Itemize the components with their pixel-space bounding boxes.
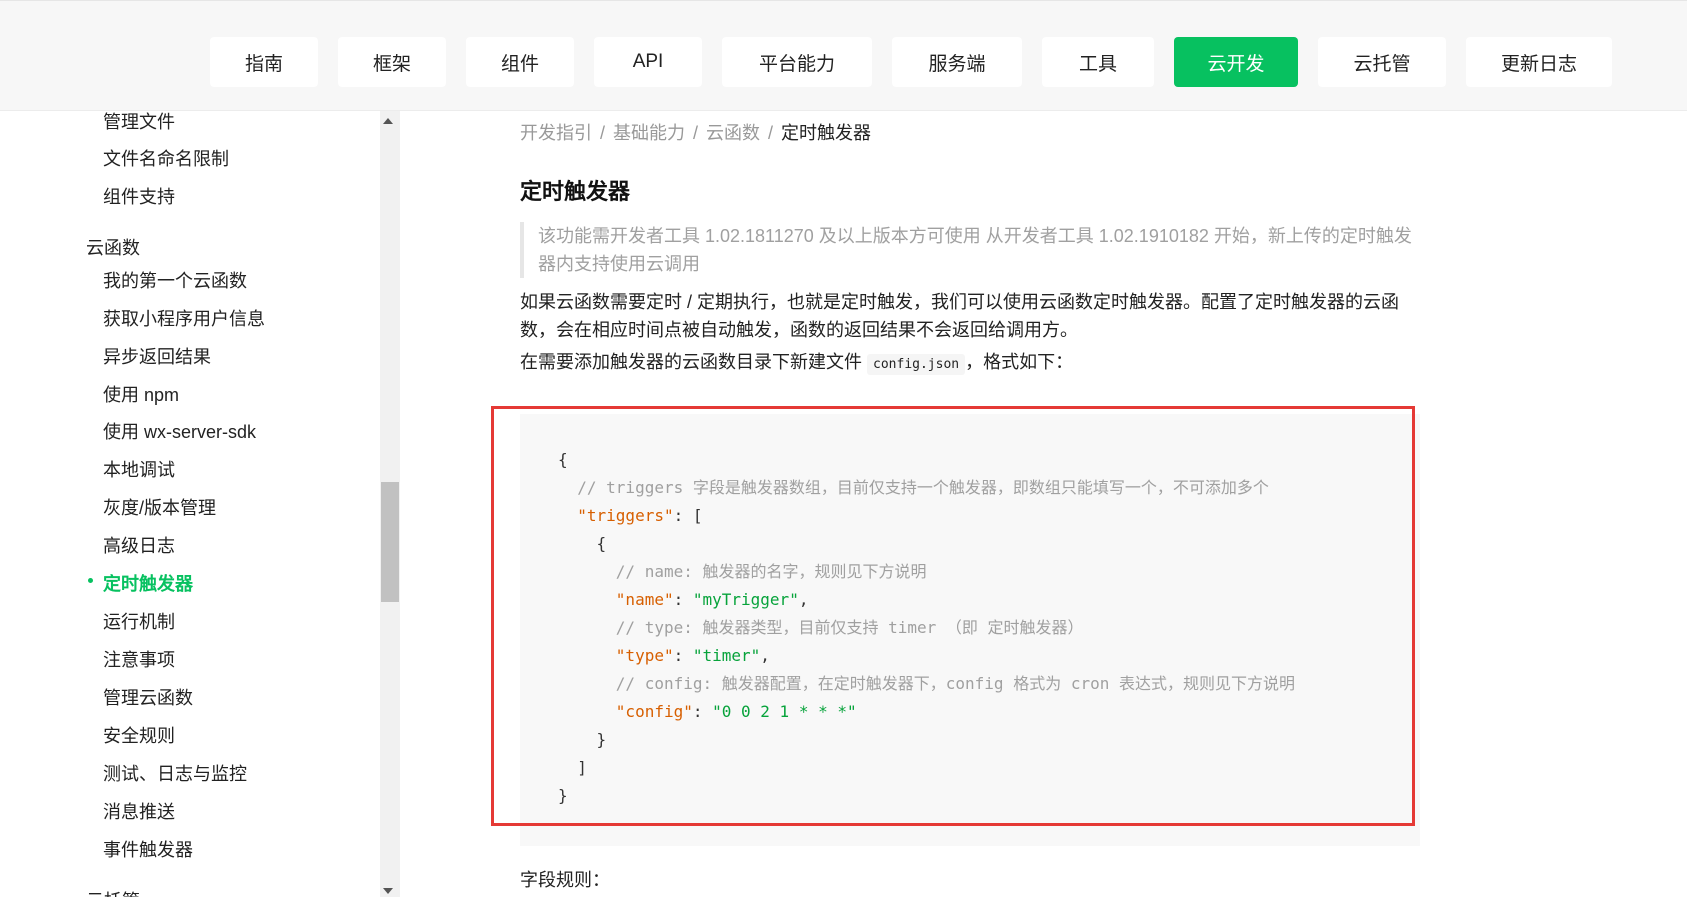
code-comment: // config: 触发器配置，在定时触发器下，config 格式为 cron… (615, 674, 1295, 693)
tab-platform-capabilities[interactable]: 平台能力 (722, 37, 872, 87)
sidebar-item-manage-files[interactable]: 管理文件 (103, 111, 175, 134)
sidebar-item-testing-monitoring[interactable]: 测试、日志与监控 (103, 760, 247, 786)
tab-changelog[interactable]: 更新日志 (1466, 37, 1612, 87)
breadcrumb-item[interactable]: 基础能力 (613, 123, 685, 143)
config-paragraph-suffix: ，格式如下： (965, 352, 1074, 372)
tab-components[interactable]: 组件 (466, 37, 574, 87)
sidebar-group-cloud-functions[interactable]: 云函数 (86, 234, 140, 260)
sidebar-item-message-push[interactable]: 消息推送 (103, 798, 175, 824)
sidebar-item-wx-server-sdk[interactable]: 使用 wx-server-sdk (103, 418, 256, 444)
code-comment: // name: 触发器的名字，规则见下方说明 (615, 562, 927, 581)
tab-api[interactable]: API (594, 37, 702, 87)
tab-framework[interactable]: 框架 (338, 37, 446, 87)
sidebar: 管理文件 文件名命名限制 组件支持 云函数 我的第一个云函数 获取小程序用户信息… (0, 111, 400, 897)
notice-quote: 该功能需开发者工具 1.02.1811270 及以上版本方可使用 从开发者工具 … (520, 222, 1420, 278)
sidebar-scroll-thumb[interactable] (381, 482, 399, 602)
top-nav: 指南 框架 组件 API 平台能力 服务端 工具 云开发 云托管 更新日志 (0, 0, 1687, 111)
intro-paragraph: 如果云函数需要定时 / 定期执行，也就是定时触发，我们可以使用云函数定时触发器。… (520, 292, 1399, 340)
breadcrumb-separator: / (693, 123, 699, 143)
sidebar-item-security-rules[interactable]: 安全规则 (103, 722, 175, 748)
active-indicator-dot (88, 578, 93, 583)
code-comment: // type: 触发器类型，目前仅支持 timer （即 定时触发器） (615, 618, 1084, 637)
sidebar-item-first-function[interactable]: 我的第一个云函数 (103, 267, 247, 293)
sidebar-item-runtime[interactable]: 运行机制 (103, 608, 175, 634)
breadcrumb-current: 定时触发器 (781, 123, 872, 143)
tab-cloud-hosting[interactable]: 云托管 (1318, 37, 1446, 87)
scroll-down-arrow-icon[interactable] (383, 888, 393, 894)
sidebar-item-user-info[interactable]: 获取小程序用户信息 (103, 305, 265, 331)
sidebar-item-event-trigger[interactable]: 事件触发器 (103, 836, 193, 862)
sidebar-item-timer-trigger[interactable]: 定时触发器 (103, 570, 193, 596)
sidebar-item-manage-functions[interactable]: 管理云函数 (103, 684, 193, 710)
config-code: { // triggers 字段是触发器数组，目前仅支持一个触发器，即数组只能填… (558, 450, 1295, 805)
scroll-up-arrow-icon[interactable] (383, 118, 393, 124)
sidebar-item-advanced-logs[interactable]: 高级日志 (103, 532, 175, 558)
code-comment: // triggers 字段是触发器数组，目前仅支持一个触发器，即数组只能填写一… (577, 478, 1269, 497)
field-rules-heading: 字段规则： (520, 870, 610, 890)
sidebar-item-notes[interactable]: 注意事项 (103, 646, 175, 672)
tab-tools[interactable]: 工具 (1042, 37, 1154, 87)
sidebar-item-async-result[interactable]: 异步返回结果 (103, 343, 211, 369)
sidebar-item-version-management[interactable]: 灰度/版本管理 (103, 494, 216, 520)
breadcrumb-item[interactable]: 开发指引 (520, 123, 592, 143)
tab-guide[interactable]: 指南 (210, 37, 318, 87)
tab-cloud-dev[interactable]: 云开发 (1174, 37, 1298, 87)
breadcrumb-item[interactable]: 云函数 (706, 123, 760, 143)
breadcrumb: 开发指引 / 基础能力 / 云函数 / 定时触发器 (520, 119, 871, 145)
page-title: 定时触发器 (520, 179, 631, 204)
breadcrumb-separator: / (768, 123, 774, 143)
sidebar-item-local-debug[interactable]: 本地调试 (103, 456, 175, 482)
config-filename-code: config.json (867, 354, 966, 375)
sidebar-group-cloud-hosting[interactable]: 云托管 (86, 887, 140, 897)
sidebar-item-file-naming[interactable]: 文件名命名限制 (103, 145, 229, 171)
tab-server[interactable]: 服务端 (892, 37, 1022, 87)
config-paragraph: 在需要添加触发器的云函数目录下新建文件 config.json ，格式如下： (520, 348, 1420, 379)
sidebar-item-component-support[interactable]: 组件支持 (103, 183, 175, 209)
sidebar-item-use-npm[interactable]: 使用 npm (103, 381, 179, 407)
breadcrumb-separator: / (600, 123, 606, 143)
config-paragraph-prefix: 在需要添加触发器的云函数目录下新建文件 (520, 352, 862, 372)
